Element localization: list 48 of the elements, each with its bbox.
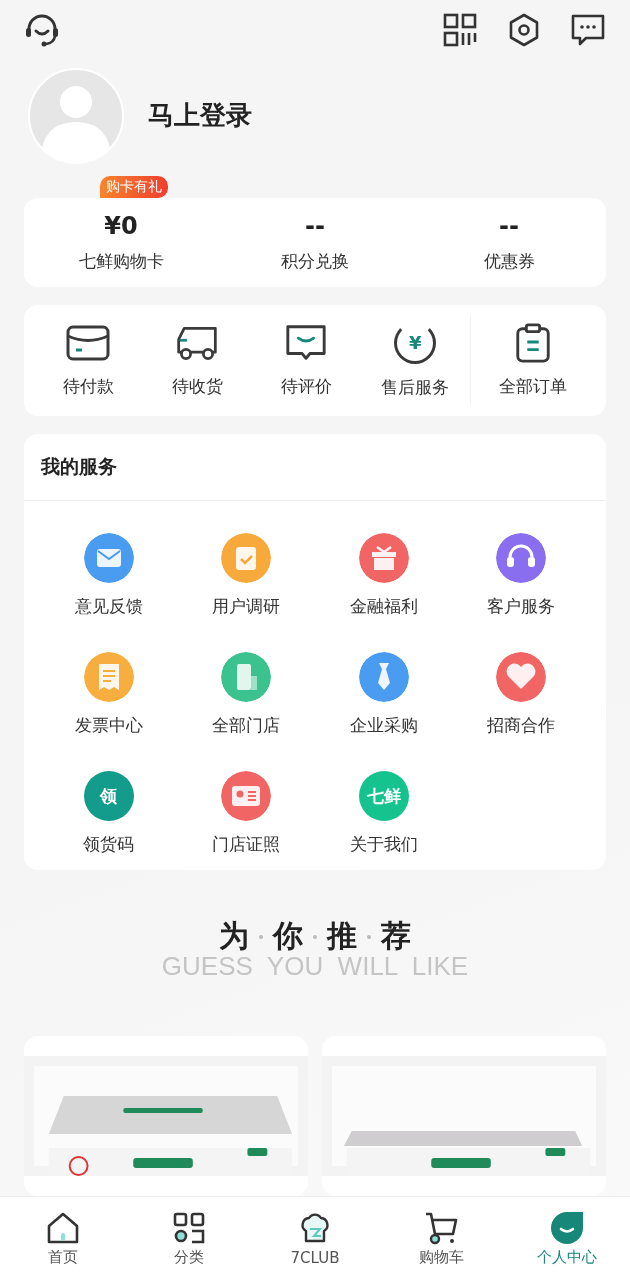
service-label[interactable]: 关于我们 — [349, 833, 418, 856]
qr-code-icon[interactable] — [442, 11, 478, 48]
license-icon[interactable] — [221, 771, 272, 821]
asset-label[interactable]: 七鲜购物卡 — [78, 249, 164, 273]
home-icon — [45, 1210, 81, 1246]
order-label[interactable]: 待评价 — [280, 374, 332, 398]
tab-item[interactable]: 7CLUB — [252, 1197, 378, 1280]
order-label[interactable]: 待收货 — [171, 374, 223, 398]
asset-value[interactable]: -- — [499, 211, 519, 240]
asset-value[interactable]: ¥0 — [104, 211, 138, 240]
order-label[interactable]: 待付款 — [62, 374, 114, 398]
product-card[interactable] — [24, 1036, 308, 1196]
asset-label[interactable]: 积分兑换 — [281, 249, 349, 273]
section-title-char: 为 — [219, 917, 249, 955]
clipboard-icon[interactable] — [221, 533, 272, 583]
service-label[interactable]: 招商合作 — [487, 714, 556, 737]
category-icon — [171, 1210, 207, 1246]
service-label[interactable]: 领货码 — [83, 833, 135, 856]
tab-item[interactable]: 首页 — [0, 1197, 126, 1280]
order-label[interactable]: 售后服务 — [381, 375, 450, 399]
tie-icon[interactable] — [358, 652, 409, 702]
comment-icon[interactable] — [284, 322, 329, 363]
building-icon[interactable] — [221, 652, 272, 702]
service-label[interactable]: 客户服务 — [487, 595, 556, 618]
asset-value[interactable]: -- — [305, 211, 325, 240]
service-label[interactable]: 用户调研 — [212, 595, 281, 618]
service-label[interactable]: 全部门店 — [212, 714, 281, 737]
mail-icon[interactable] — [83, 533, 134, 583]
promo-badge: 购卡有礼 — [100, 175, 169, 198]
tab-item[interactable]: 购物车 — [378, 1197, 504, 1280]
service-label[interactable]: 发票中心 — [74, 714, 143, 737]
service-label[interactable]: 金融福利 — [349, 595, 418, 618]
profile-icon — [549, 1210, 585, 1246]
tab-item[interactable]: 个人中心 — [504, 1197, 630, 1280]
section-title-char: 荐 — [381, 917, 411, 955]
section-title-char: 你 — [273, 917, 303, 955]
receipt-icon[interactable] — [83, 652, 134, 702]
login-link[interactable]: 马上登录 — [148, 98, 252, 134]
service-label[interactable]: 意见反馈 — [74, 595, 143, 618]
cart-icon — [423, 1210, 459, 1246]
gift-icon[interactable] — [358, 533, 409, 583]
section-title-char: 推 — [327, 917, 357, 955]
service-label[interactable]: 企业采购 — [349, 714, 418, 737]
section-title: 我的服务 — [24, 434, 606, 501]
order-label[interactable]: 全部订单 — [499, 374, 568, 398]
service-label[interactable]: 门店证照 — [212, 833, 281, 856]
asset-label[interactable]: 优惠券 — [483, 249, 535, 273]
tab-item[interactable]: 分类 — [126, 1197, 252, 1280]
